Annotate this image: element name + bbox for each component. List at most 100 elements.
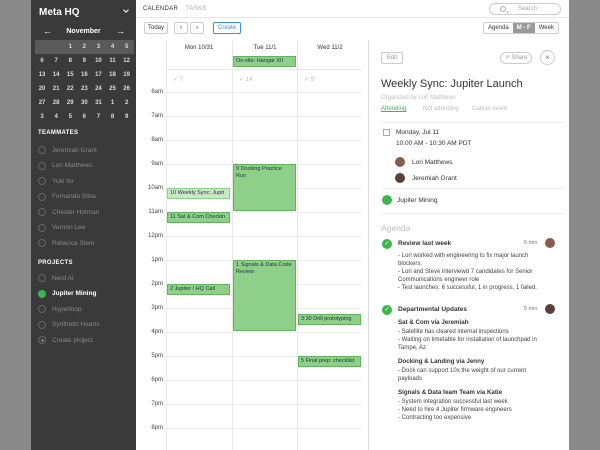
create-button[interactable]: Create [213, 22, 241, 34]
teammate-item[interactable]: Yuki Ito [38, 176, 73, 186]
mini-calendar-day[interactable]: 2 [120, 96, 134, 110]
mini-calendar-day[interactable]: 5 [120, 40, 134, 54]
calendar-event[interactable]: 9 Docking Practice Run [233, 164, 296, 211]
mini-calendar-day[interactable]: 3 [35, 110, 49, 124]
calendar-event[interactable]: 10 Weekly Sync: Jupit [167, 188, 230, 199]
create-project-button[interactable]: Create project [38, 335, 93, 345]
mini-calendar-day[interactable]: 6 [35, 54, 49, 68]
mini-calendar-day[interactable]: 26 [120, 82, 134, 96]
calendar-event[interactable]: 3:30 Drill prototyping [298, 314, 361, 325]
agenda-note: payloads [398, 376, 423, 382]
mini-calendar-day[interactable] [49, 40, 63, 54]
mini-calendar-day[interactable]: 8 [105, 110, 119, 124]
mini-calendar-day[interactable]: 9 [120, 110, 134, 124]
share-icon: ↗ [504, 55, 510, 61]
teammate-item[interactable]: Jeremiah Grant [38, 145, 97, 155]
project-dot-icon [38, 289, 46, 298]
calendar-event[interactable]: 5 Final prep: checklist [298, 356, 361, 367]
tab-tasks[interactable]: TASKS [186, 6, 207, 12]
teammate-item[interactable]: Lori Matthews [38, 161, 92, 171]
mini-calendar-day[interactable]: 2 [77, 40, 91, 54]
next-week-button[interactable]: › [190, 22, 204, 34]
calendar-event[interactable]: 11 Sat & Com Checkin [167, 212, 230, 223]
teammate-item[interactable]: Vernon Lee [38, 223, 85, 233]
mini-calendar-day[interactable]: 13 [35, 68, 49, 82]
mini-calendar-day[interactable]: 23 [77, 82, 91, 96]
mini-calendar-day[interactable] [35, 40, 49, 54]
mini-calendar-day[interactable]: 18 [105, 68, 119, 82]
mini-calendar-day[interactable]: 27 [35, 96, 49, 110]
mini-calendar-day[interactable]: 10 [91, 54, 105, 68]
close-icon[interactable]: × [540, 50, 555, 65]
search-input[interactable]: Search [489, 3, 561, 15]
allday-event[interactable]: On-site: Hangar XII [233, 56, 296, 67]
mini-calendar-day[interactable]: 24 [91, 82, 105, 96]
project-item[interactable]: Synthetic Hearts [38, 320, 100, 330]
mini-calendar-day[interactable]: 4 [105, 40, 119, 54]
hour-label: 4pm [151, 329, 163, 335]
allday-row [166, 69, 362, 77]
mini-calendar-day[interactable]: 5 [63, 110, 77, 124]
workspace-name[interactable]: Meta HQ [39, 7, 80, 18]
teammate-item[interactable]: Rebecca Stein [38, 238, 94, 248]
check-circle-icon: ✓ [382, 239, 392, 249]
mini-calendar-day[interactable]: 3 [91, 40, 105, 54]
teammate-item[interactable]: Fernanda Silva [38, 192, 96, 202]
mini-calendar-day[interactable]: 1 [105, 96, 119, 110]
mini-calendar-week: 20 21 22 23 24 25 26 [35, 82, 134, 96]
view-option[interactable]: M - F [512, 23, 535, 33]
mini-calendar-day[interactable]: 25 [105, 82, 119, 96]
today-button[interactable]: Today [144, 22, 168, 34]
project-item[interactable]: Nerd AI [38, 273, 74, 283]
mini-calendar-day[interactable]: 15 [63, 68, 77, 82]
mini-calendar-day[interactable]: 14 [49, 68, 63, 82]
teammate-item[interactable]: Chester Hofman [38, 207, 99, 217]
calendar-event[interactable]: 1 Signals & Data Code Review [233, 260, 296, 331]
mini-calendar-day[interactable]: 12 [120, 54, 134, 68]
mini-calendar-day[interactable]: 16 [77, 68, 91, 82]
share-button[interactable]: ↗ Share [500, 52, 532, 64]
day-task-count: ✓ 7 [173, 77, 184, 83]
calendar-event[interactable]: 2 Jupiter / HQ Call [167, 284, 230, 295]
project-item[interactable]: Hyperloop [38, 304, 82, 314]
mini-calendar-day[interactable]: 31 [91, 96, 105, 110]
rsvp-not-attending[interactable]: Not attending [423, 106, 459, 112]
hour-label: 6am [151, 89, 163, 95]
agenda-group-title: Sat & Com via Jeremiah [398, 319, 469, 326]
mini-calendar-day[interactable]: 29 [63, 96, 77, 110]
teammate-name: Vernon Lee [52, 224, 86, 231]
agenda-title: Agenda [381, 223, 411, 233]
workspace-caret-icon[interactable] [123, 7, 129, 13]
rsvp-cancel-event[interactable]: Cancel event [472, 106, 507, 112]
view-option[interactable]: Week [535, 23, 558, 33]
mini-calendar-day[interactable]: 7 [91, 110, 105, 124]
next-month-arrow-icon[interactable]: → [116, 26, 125, 36]
mini-calendar-day[interactable]: 8 [63, 54, 77, 68]
mini-calendar-day[interactable]: 17 [91, 68, 105, 82]
event-project[interactable]: Jupiter Mining [397, 197, 437, 204]
tab-calendar[interactable]: CALENDAR [143, 6, 178, 12]
day-column-divider [297, 40, 298, 450]
project-item[interactable]: Jupiter Mining [38, 289, 96, 299]
mini-calendar-day[interactable]: 4 [49, 110, 63, 124]
mini-calendar-day[interactable]: 20 [35, 82, 49, 96]
mini-calendar-day[interactable]: 9 [77, 54, 91, 68]
mini-calendar-day[interactable]: 1 [63, 40, 77, 54]
edit-button[interactable]: Edit [381, 52, 403, 64]
mini-calendar-day[interactable]: 6 [77, 110, 91, 124]
agenda-group-title: Docking & Landing via Jenny [398, 358, 485, 365]
mini-calendar-day[interactable]: 22 [63, 82, 77, 96]
hour-gridline [166, 332, 362, 333]
mini-calendar-day[interactable]: 21 [49, 82, 63, 96]
mini-calendar-week: 12345 [35, 40, 134, 54]
mini-calendar-day[interactable]: 28 [49, 96, 63, 110]
mini-calendar-day[interactable]: 19 [120, 68, 134, 82]
teammate-dot-icon [38, 161, 46, 170]
mini-calendar-day[interactable]: 7 [49, 54, 63, 68]
mini-calendar-day[interactable]: 11 [105, 54, 119, 68]
mini-calendar-day[interactable]: 30 [77, 96, 91, 110]
teammate-dot-icon [38, 192, 46, 201]
rsvp-attending[interactable]: Attending [381, 106, 406, 112]
prev-week-button[interactable]: ‹ [174, 22, 188, 34]
view-option[interactable]: Agenda [484, 23, 513, 33]
